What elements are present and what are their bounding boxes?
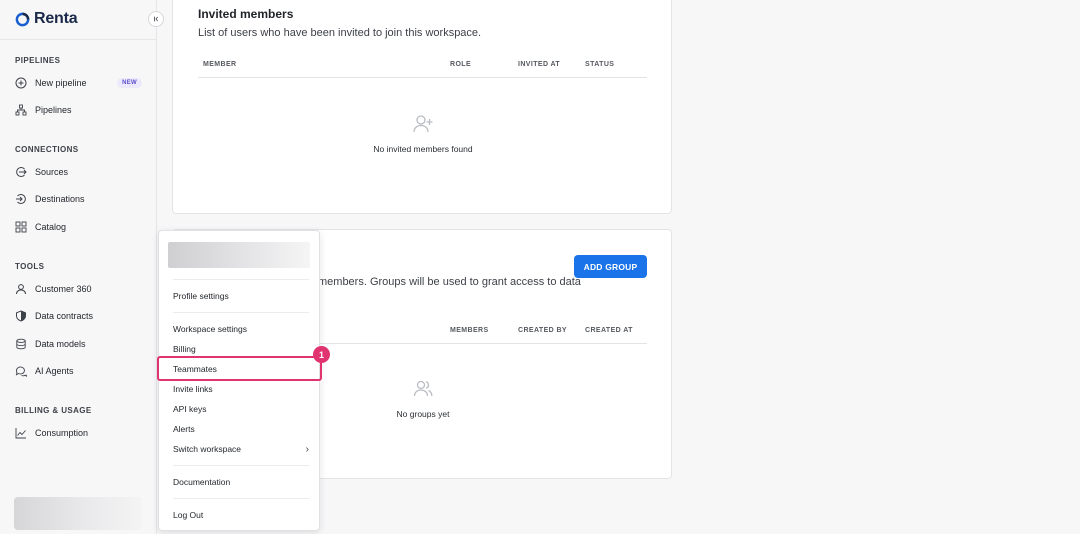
user-icon xyxy=(15,283,27,295)
account-dropdown-menu: Profile settings Workspace settings Bill… xyxy=(158,230,320,531)
sidebar-item-label: Data models xyxy=(35,339,86,349)
add-group-button[interactable]: ADD GROUP xyxy=(574,255,647,278)
divider xyxy=(0,39,157,40)
menu-item-label: Switch workspace xyxy=(173,444,242,454)
new-badge: NEW xyxy=(117,78,142,88)
sidebar-item-destinations[interactable]: Destinations xyxy=(15,190,145,208)
step-badge: 1 xyxy=(313,346,330,363)
sidebar-item-new-pipeline[interactable]: New pipeline NEW xyxy=(15,74,145,92)
profile-header xyxy=(168,242,310,268)
menu-item-billing[interactable]: Billing xyxy=(173,341,309,357)
brand-name: Renta xyxy=(34,10,78,27)
column-header-role[interactable]: ROLE xyxy=(450,61,471,68)
menu-item-workspace-settings[interactable]: Workspace settings xyxy=(173,321,309,337)
sidebar-item-label: New pipeline xyxy=(35,78,87,88)
menu-divider xyxy=(173,498,309,499)
sidebar-item-ai-agents[interactable]: AI Agents xyxy=(15,362,145,380)
sidebar-item-data-contracts[interactable]: Data contracts xyxy=(15,307,145,325)
menu-item-documentation[interactable]: Documentation xyxy=(173,474,309,490)
section-label-billing-usage: BILLING & USAGE xyxy=(15,406,92,415)
users-icon xyxy=(413,380,433,397)
sidebar-item-label: AI Agents xyxy=(35,366,74,376)
sidebar-item-sources[interactable]: Sources xyxy=(15,163,145,181)
sidebar-item-label: Data contracts xyxy=(35,311,94,321)
sidebar-item-customer-360[interactable]: Customer 360 xyxy=(15,280,145,298)
section-label-pipelines: PIPELINES xyxy=(15,56,61,65)
collapse-sidebar-button[interactable] xyxy=(148,11,164,27)
brand-logo[interactable]: Renta xyxy=(15,9,78,29)
section-label-connections: CONNECTIONS xyxy=(15,145,79,154)
sidebar-item-label: Catalog xyxy=(35,222,67,232)
table-header-divider xyxy=(198,77,647,78)
shield-icon xyxy=(15,310,27,322)
pipelines-icon xyxy=(15,104,27,116)
menu-item-api-keys[interactable]: API keys xyxy=(173,401,309,417)
renta-logo-icon xyxy=(15,12,30,26)
invited-members-card: Invited members List of users who have b… xyxy=(172,0,672,214)
menu-item-log-out[interactable]: Log Out xyxy=(173,507,309,523)
menu-divider xyxy=(173,279,309,280)
column-header-invited-at[interactable]: INVITED AT xyxy=(518,61,560,68)
section-label-tools: TOOLS xyxy=(15,262,45,271)
sidebar-item-label: Destinations xyxy=(35,194,85,204)
chart-icon xyxy=(15,427,27,439)
groups-empty-state: No groups yet xyxy=(396,409,450,419)
column-header-member[interactable]: MEMBER xyxy=(203,61,237,68)
menu-item-teammates[interactable]: Teammates xyxy=(173,361,309,377)
chevron-right-icon: › xyxy=(305,443,309,455)
grid-icon xyxy=(15,221,27,233)
sidebar-item-label: Sources xyxy=(35,167,69,177)
invited-empty-state: No invited members found xyxy=(373,144,473,154)
sidebar-item-label: Customer 360 xyxy=(35,284,92,294)
collapse-sidebar-icon xyxy=(154,16,158,22)
menu-item-switch-workspace[interactable]: Switch workspace › xyxy=(173,441,309,457)
invited-members-title: Invited members xyxy=(198,7,294,21)
menu-item-invite-links[interactable]: Invite links xyxy=(173,381,309,397)
sidebar-item-data-models[interactable]: Data models xyxy=(15,335,145,353)
column-header-created-at[interactable]: CREATED AT xyxy=(585,327,633,334)
column-header-created-by[interactable]: CREATED BY xyxy=(518,327,567,334)
groups-subtitle: members. Groups will be used to grant ac… xyxy=(318,276,581,288)
sidebar: Renta PIPELINES New pipeline NEW Pipelin… xyxy=(0,0,157,534)
plus-circle-icon xyxy=(15,77,27,89)
sidebar-item-catalog[interactable]: Catalog xyxy=(15,218,145,236)
menu-item-profile-settings[interactable]: Profile settings xyxy=(173,288,309,304)
account-chip[interactable] xyxy=(14,497,142,530)
source-icon xyxy=(15,166,27,178)
sidebar-item-label: Consumption xyxy=(35,428,89,438)
destination-icon xyxy=(15,193,27,205)
column-header-status[interactable]: STATUS xyxy=(585,61,614,68)
invited-members-subtitle: List of users who have been invited to j… xyxy=(198,27,482,39)
menu-divider xyxy=(173,312,309,313)
database-icon xyxy=(15,338,27,350)
sidebar-item-consumption[interactable]: Consumption xyxy=(15,424,145,442)
menu-divider xyxy=(173,465,309,466)
add-user-icon xyxy=(413,115,433,133)
chat-icon xyxy=(15,365,27,377)
sidebar-item-pipelines[interactable]: Pipelines xyxy=(15,101,145,119)
column-header-members[interactable]: MEMBERS xyxy=(450,327,489,334)
menu-item-alerts[interactable]: Alerts xyxy=(173,421,309,437)
sidebar-item-label: Pipelines xyxy=(35,105,72,115)
